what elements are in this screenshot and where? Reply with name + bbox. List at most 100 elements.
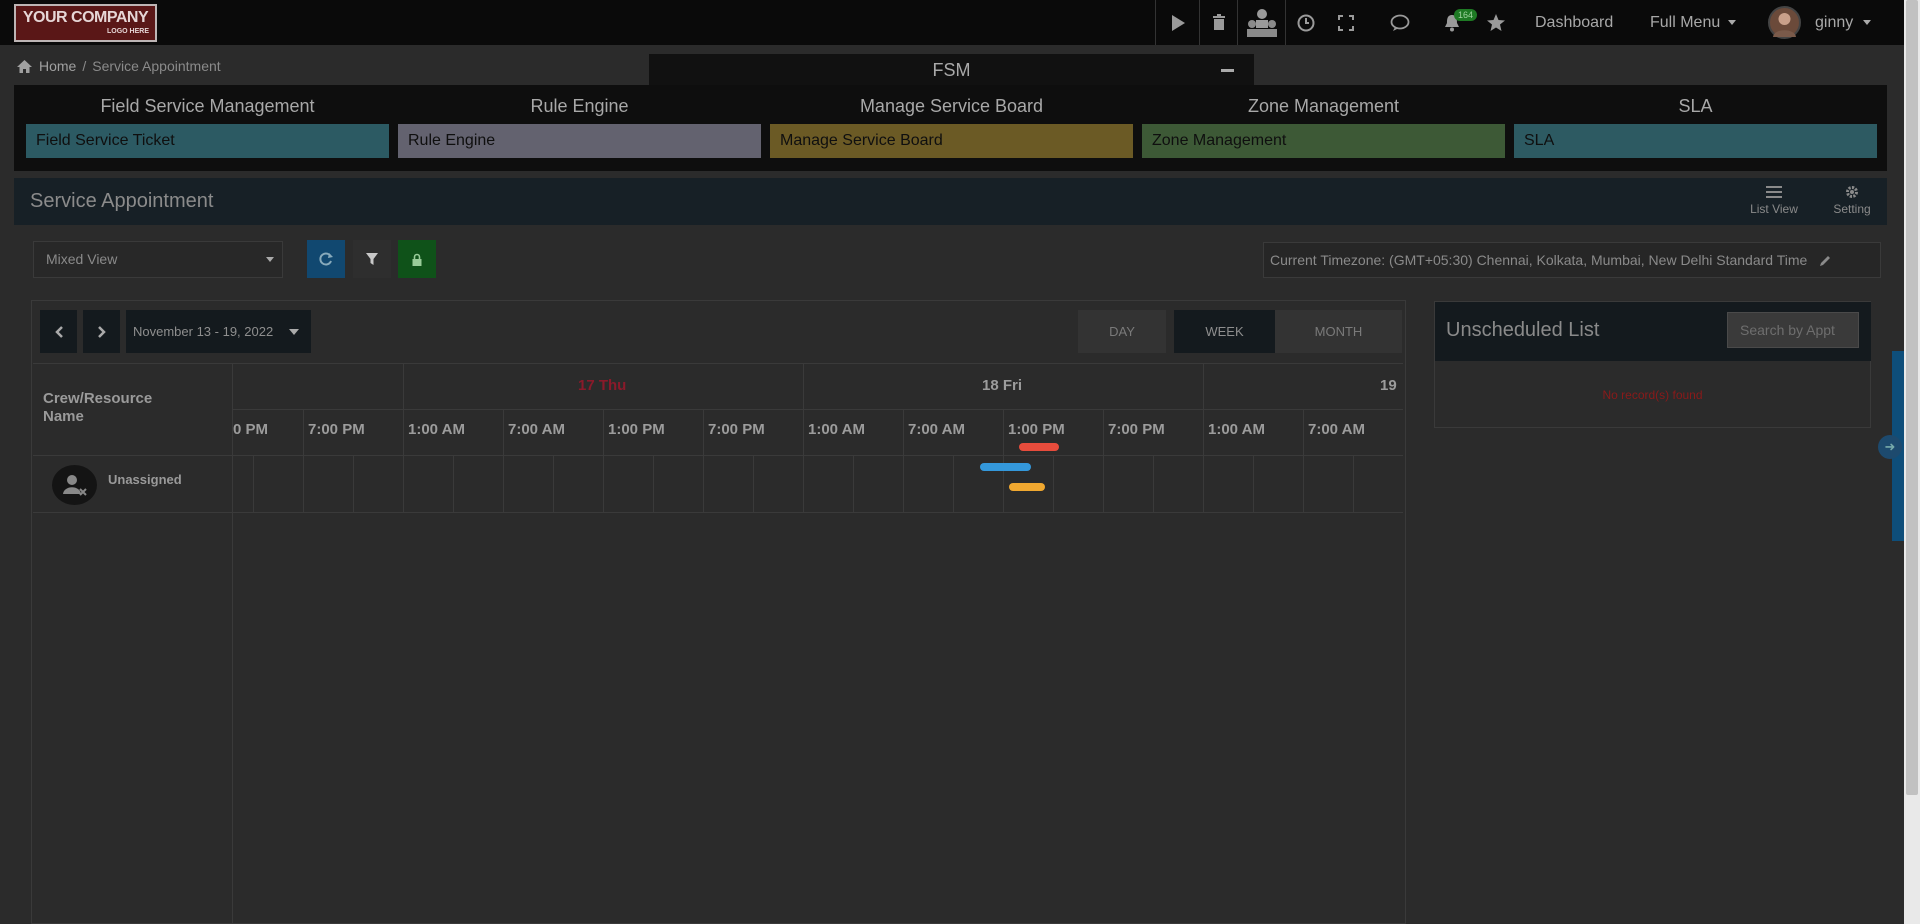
history-button[interactable]	[1285, 0, 1325, 45]
search-appointment-input[interactable]: Search by Appt	[1727, 312, 1859, 348]
clock-icon	[1297, 14, 1314, 31]
day-divider	[803, 363, 804, 409]
setting-label: Setting	[1833, 202, 1871, 216]
chat-button[interactable]	[1380, 0, 1420, 45]
header-bottom-divider	[33, 455, 1403, 456]
chevron-down-icon	[1728, 20, 1737, 25]
chat-icon	[1390, 14, 1410, 31]
module-heading-field-service: Field Service Management	[100, 96, 315, 116]
next-week-button[interactable]	[83, 310, 120, 353]
zone-management-button[interactable]: Zone Management	[1142, 124, 1505, 158]
date-range-label: November 13 - 19, 2022	[133, 324, 274, 339]
grid-column-line	[1103, 409, 1104, 512]
day-row-divider	[232, 409, 1403, 410]
field-service-ticket-button[interactable]: Field Service Ticket	[26, 124, 389, 158]
event-bar-orange[interactable]	[1009, 483, 1045, 491]
grid-column-line	[553, 455, 554, 512]
grid-column-line	[1353, 455, 1354, 512]
breadcrumb-current: Service Appointment	[92, 58, 221, 74]
user-avatar[interactable]	[1768, 6, 1801, 39]
chevron-right-icon	[97, 325, 106, 338]
grid-column-line	[703, 409, 704, 512]
resource-name-unassigned: Unassigned	[108, 472, 182, 487]
module-heading-rule-engine: Rule Engine	[530, 96, 629, 116]
grid-column-line	[1253, 455, 1254, 512]
unscheduled-title: Unscheduled List	[1446, 319, 1600, 341]
favorites-button[interactable]	[1478, 0, 1514, 45]
filter-button[interactable]	[353, 240, 391, 278]
play-button[interactable]	[1155, 0, 1199, 45]
grid-column-line	[453, 455, 454, 512]
hour-label: 1:00 AM	[408, 421, 465, 438]
hour-label: 0 PM	[233, 421, 269, 438]
day-header-sat: 19	[1380, 377, 1397, 394]
hour-label: 7:00 AM	[508, 421, 565, 438]
hour-label: 1:00 AM	[1208, 421, 1265, 438]
grid-column-line	[803, 409, 804, 512]
timezone-text: Current Timezone: (GMT+05:30) Chennai, K…	[1270, 252, 1808, 268]
grid-column-line	[403, 409, 404, 512]
refresh-button[interactable]	[307, 240, 345, 278]
event-bar-blue[interactable]	[980, 463, 1031, 471]
page-title: Service Appointment	[30, 190, 214, 212]
breadcrumb: Home / Service Appointment	[16, 58, 221, 74]
grid-column-line	[1053, 455, 1054, 512]
full-menu-dropdown[interactable]: Full Menu	[1650, 0, 1737, 45]
sla-button[interactable]: SLA	[1514, 124, 1877, 158]
rule-engine-button[interactable]: Rule Engine	[398, 124, 761, 158]
date-range-picker[interactable]: November 13 - 19, 2022	[126, 310, 311, 353]
username-label: ginny	[1815, 13, 1854, 31]
grid-column-line	[1003, 409, 1004, 512]
trash-icon	[1212, 14, 1225, 30]
fullscreen-button[interactable]	[1325, 0, 1367, 45]
hour-label: 1:00 PM	[608, 421, 665, 438]
breadcrumb-home[interactable]: Home	[39, 58, 76, 74]
module-heading-service-board: Manage Service Board	[859, 96, 1044, 116]
lock-button[interactable]	[398, 240, 436, 278]
list-view-button[interactable]: List View	[1744, 185, 1804, 216]
home-icon	[17, 59, 32, 73]
grid-column-line	[1203, 409, 1204, 512]
grid-column-line	[303, 409, 304, 512]
arrow-right-icon[interactable]: ➜	[1878, 435, 1902, 459]
resource-row-divider	[33, 512, 1403, 513]
fsm-panel-tab[interactable]: FSM	[649, 54, 1254, 85]
notification-count-badge: 164	[1454, 9, 1478, 21]
team-button[interactable]	[1237, 0, 1285, 45]
logo-line1: YOUR COMPANY	[22, 9, 149, 26]
event-bar-red[interactable]	[1019, 443, 1059, 451]
trash-button[interactable]	[1199, 0, 1237, 45]
setting-button[interactable]: Setting	[1822, 185, 1882, 216]
user-photo-icon	[1773, 13, 1796, 37]
scrollbar-thumb[interactable]	[1906, 0, 1918, 795]
hour-label: 1:00 PM	[1008, 421, 1065, 438]
chevron-down-icon	[266, 257, 274, 262]
fsm-tab-label: FSM	[932, 60, 971, 80]
grid-column-line	[903, 409, 904, 512]
view-mode-select[interactable]: Mixed View	[33, 241, 283, 278]
crew-resource-header: Crew/Resource Name	[43, 390, 152, 426]
grid-column-line	[253, 455, 254, 512]
timezone-display: Current Timezone: (GMT+05:30) Chennai, K…	[1263, 242, 1881, 278]
day-view-button[interactable]: DAY	[1078, 310, 1166, 353]
company-logo[interactable]: YOUR COMPANY LOGO HERE	[14, 4, 157, 42]
prev-week-button[interactable]	[40, 310, 77, 353]
month-view-button[interactable]: MONTH	[1275, 310, 1402, 353]
hour-label: 7:00 AM	[1308, 421, 1365, 438]
unassigned-avatar	[52, 465, 97, 505]
grid-column-line	[1303, 409, 1304, 512]
module-heading-sla: SLA	[1678, 96, 1713, 116]
day-divider	[403, 363, 404, 409]
crew-header-line2: Name	[43, 408, 84, 425]
manage-service-board-button[interactable]: Manage Service Board	[770, 124, 1133, 158]
full-menu-label: Full Menu	[1650, 13, 1721, 31]
week-view-button[interactable]: WEEK	[1174, 310, 1275, 353]
crew-header-line1: Crew/Resource	[43, 390, 153, 407]
notifications-button[interactable]: 164	[1432, 0, 1478, 45]
dashboard-link[interactable]: Dashboard	[1535, 0, 1613, 45]
user-menu[interactable]: ginny	[1815, 0, 1872, 45]
minimize-icon[interactable]	[1221, 69, 1234, 72]
day-divider	[1203, 363, 1204, 409]
list-icon	[1766, 186, 1782, 198]
edit-pencil-icon[interactable]	[1819, 255, 1831, 267]
